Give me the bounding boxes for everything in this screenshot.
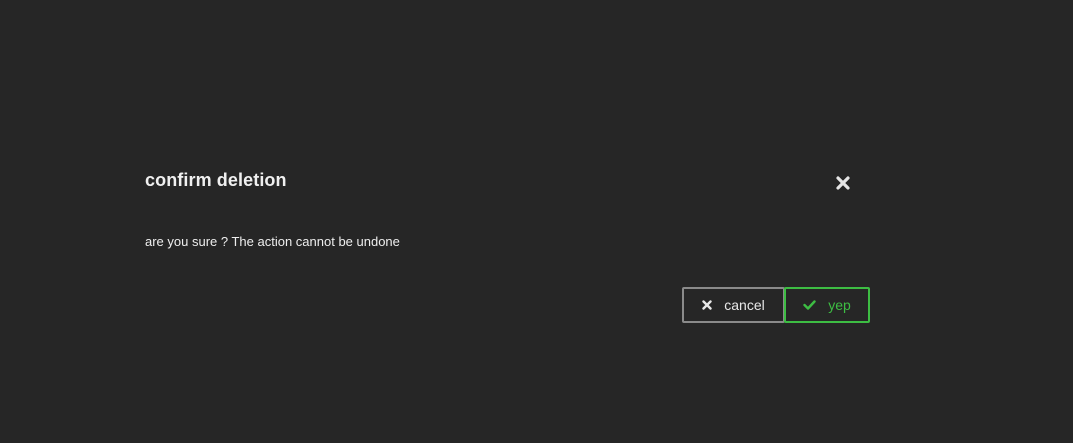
yep-button-label: yep bbox=[828, 297, 851, 313]
x-icon bbox=[702, 300, 712, 310]
close-icon[interactable] bbox=[836, 176, 850, 190]
confirm-deletion-dialog: confirm deletion are you sure ? The acti… bbox=[145, 160, 870, 325]
cancel-button[interactable]: cancel bbox=[682, 287, 785, 323]
dialog-message: are you sure ? The action cannot be undo… bbox=[145, 234, 400, 249]
dialog-title: confirm deletion bbox=[145, 170, 287, 190]
yep-button[interactable]: yep bbox=[784, 287, 870, 323]
check-icon bbox=[803, 300, 816, 310]
cancel-button-label: cancel bbox=[724, 297, 765, 313]
